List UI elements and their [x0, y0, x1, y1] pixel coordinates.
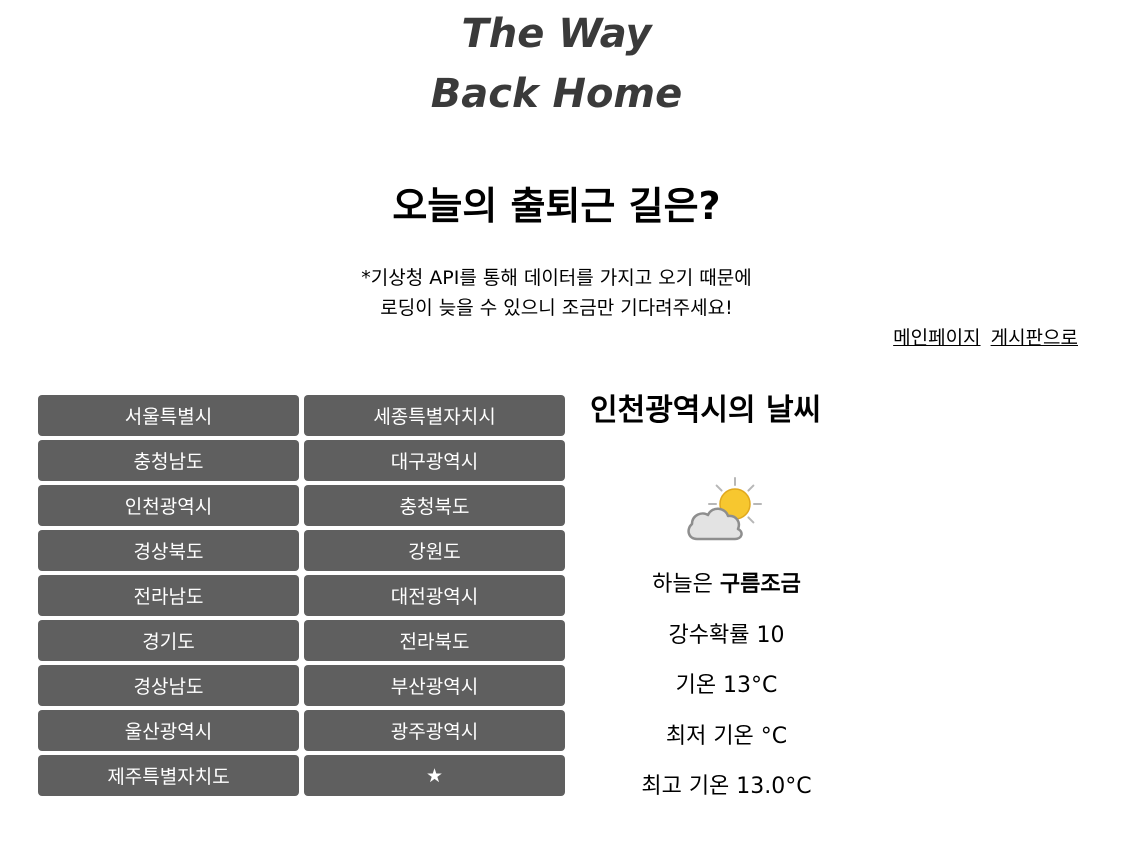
partly-cloudy-icon	[683, 474, 767, 544]
region-button-incheon[interactable]: 인천광역시	[38, 485, 299, 526]
region-button-gangwon[interactable]: 강원도	[304, 530, 565, 571]
weather-info: 하늘은 구름조금 강수확률 10 기온 13°C 최저 기온 °C 최고 기온 …	[598, 560, 855, 813]
region-button-jeonnam[interactable]: 전라남도	[38, 575, 299, 616]
site-logo[interactable]: The Way Back Home	[0, 4, 1113, 124]
max-temperature: 최고 기온 13.0°C	[641, 774, 812, 799]
region-button-chungbuk[interactable]: 충청북도	[304, 485, 565, 526]
region-button-daejeon[interactable]: 대전광역시	[304, 575, 565, 616]
region-button-gyeongbuk[interactable]: 경상북도	[38, 530, 299, 571]
region-button-gyeongnam[interactable]: 경상남도	[38, 665, 299, 706]
region-button-chungnam[interactable]: 충청남도	[38, 440, 299, 481]
logo-line-1: The Way	[461, 11, 652, 57]
logo-line-2: Back Home	[430, 71, 683, 117]
region-button-busan[interactable]: 부산광역시	[304, 665, 565, 706]
sky-condition: 하늘은 구름조금	[598, 560, 855, 611]
region-button-jeonbuk[interactable]: 전라북도	[304, 620, 565, 661]
page-headline: 오늘의 출퇴근 길은?	[392, 184, 721, 228]
region-button-sejong[interactable]: 세종특별자치시	[304, 395, 565, 436]
region-button-seoul[interactable]: 서울특별시	[38, 395, 299, 436]
sky-value: 구름조금	[719, 572, 801, 597]
current-temperature: 기온 13°C	[675, 673, 778, 698]
main-page-link[interactable]: 메인페이지	[893, 327, 980, 349]
min-temperature: 최저 기온 °C	[665, 723, 788, 749]
board-link[interactable]: 게시판으로	[991, 327, 1078, 349]
sky-label: 하늘은	[652, 572, 713, 597]
region-button-gyeonggi[interactable]: 경기도	[38, 620, 299, 661]
loading-notice: *기상청 API를 통해 데이터를 가지고 오기 때문에 로딩이 늦을 수 있으…	[0, 263, 1113, 323]
rain-probability: 강수확률 10	[668, 622, 785, 648]
weather-title: 인천광역시의 날씨	[590, 393, 822, 428]
region-button-daegu[interactable]: 대구광역시	[304, 440, 565, 481]
favorite-star-button[interactable]: ★	[304, 755, 565, 796]
region-button-gwangju[interactable]: 광주광역시	[304, 710, 565, 751]
region-button-jeju[interactable]: 제주특별자치도	[38, 755, 299, 796]
region-button-ulsan[interactable]: 울산광역시	[38, 710, 299, 751]
notice-line-2: 로딩이 늦을 수 있으니 조금만 기다려주세요!	[380, 297, 733, 319]
nav-links: 메인페이지 게시판으로	[889, 323, 1078, 353]
notice-line-1: *기상청 API를 통해 데이터를 가지고 오기 때문에	[361, 267, 752, 289]
region-button-grid: 서울특별시 세종특별자치시 충청남도 대구광역시 인천광역시 충청북도 경상북도…	[38, 395, 565, 796]
